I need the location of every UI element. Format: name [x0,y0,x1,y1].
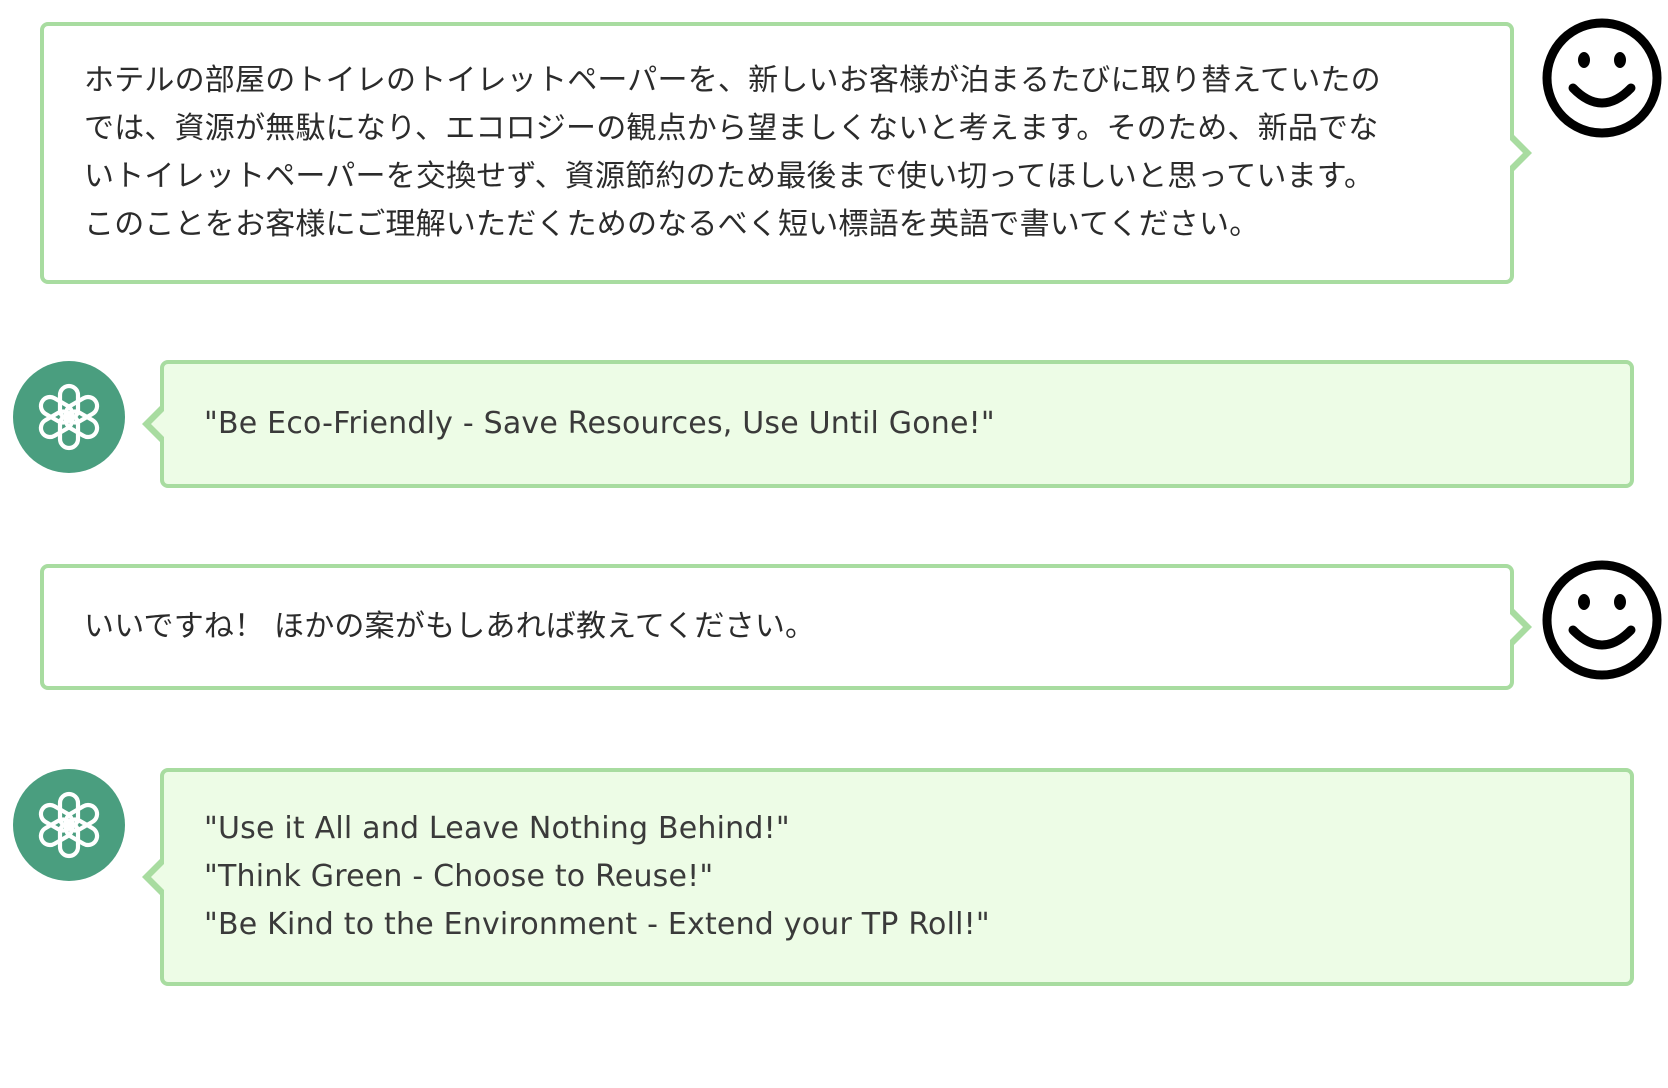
openai-logo-icon [13,769,125,881]
openai-logo-icon [13,361,125,473]
message-text-line: いいですね！ ほかの案がもしあれば教えてください。 [84,609,816,644]
smiley-face-icon [1542,560,1662,680]
message-text-line: ホテルの部屋のトイレのトイレットペーパーを、新しいお客様が泊まるたびに取り替えて… [84,63,1381,98]
bubble-tail [142,404,166,444]
bubble-tail [142,857,166,897]
message-text-line: いトイレットペーパーを交換せず、資源節約のため最後まで使い切ってほしいと思ってい… [84,159,1375,194]
message-text-line: "Think Green - Choose to Reuse!" [204,859,714,894]
message-text-line: "Use it All and Leave Nothing Behind!" [204,811,790,846]
message-text-line: このことをお客様にご理解いただくためのなるべく短い標語を英語で書いてください。 [84,207,1260,242]
bubble-tail [1508,133,1532,173]
message-text-line: "Be Kind to the Environment - Extend you… [204,907,990,942]
assistant-message-bubble: "Use it All and Leave Nothing Behind!" "… [142,768,1634,986]
assistant-message-bubble: "Be Eco-Friendly - Save Resources, Use U… [142,360,1634,488]
smiley-face-icon [1542,18,1662,138]
user-message-bubble: ホテルの部屋のトイレのトイレットペーパーを、新しいお客様が泊まるたびに取り替えて… [40,22,1532,284]
bubble-tail [1508,607,1532,647]
message-text-line: "Be Eco-Friendly - Save Resources, Use U… [204,406,995,441]
message-text-line: では、資源が無駄になり、エコロジーの観点から望ましくないと考えます。そのため、新… [84,111,1379,146]
user-message-bubble: いいですね！ ほかの案がもしあれば教えてください。 [40,564,1532,690]
